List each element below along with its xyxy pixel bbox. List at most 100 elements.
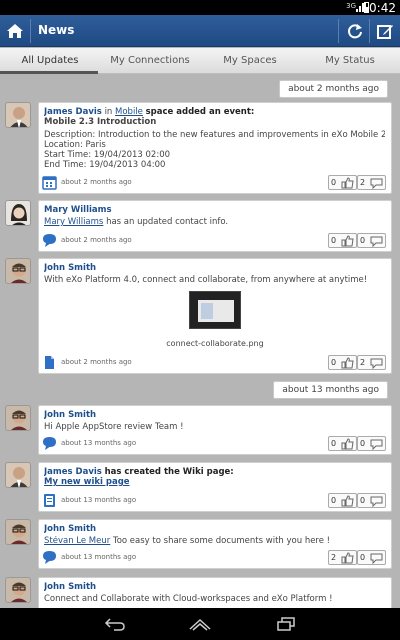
comment-button[interactable]: 0 xyxy=(357,233,386,248)
activity-card[interactable]: John Smith Stévan Le Meur Too easy to sh… xyxy=(38,519,392,569)
activity-time: about 2 months ago xyxy=(61,358,132,366)
activity-stream[interactable]: about 2 months ago James Davis in Mobile… xyxy=(0,76,400,608)
avatar[interactable] xyxy=(5,462,31,488)
space-link[interactable]: Mobile xyxy=(115,107,143,117)
home-nav-button[interactable] xyxy=(180,608,220,640)
activity-text: Connect and Collaborate with Cloud-works… xyxy=(44,594,333,604)
avatar[interactable] xyxy=(5,577,31,603)
activity-card[interactable]: John Smith Hi Apple AppStore review Team… xyxy=(38,405,392,455)
event-start: Start Time: 19/04/2013 02:00 xyxy=(44,150,171,160)
like-button[interactable]: 0 xyxy=(328,175,357,190)
recent-apps-button[interactable] xyxy=(266,608,306,640)
action-bar: News xyxy=(0,15,400,47)
thumbs-up-icon xyxy=(341,438,354,450)
activity-card[interactable]: Mary Williams Mary Williams has an updat… xyxy=(38,200,392,252)
system-navigation-bar xyxy=(0,608,400,640)
author-name[interactable]: John Smith xyxy=(44,524,96,534)
avatar[interactable] xyxy=(5,519,31,545)
comment-count: 0 xyxy=(360,439,366,448)
thumbs-up-icon xyxy=(341,552,354,564)
avatar[interactable] xyxy=(5,405,31,431)
refresh-icon xyxy=(348,24,362,39)
activity-time: about 13 months ago xyxy=(61,553,137,561)
activity-card[interactable]: James Davis in Mobile space added an eve… xyxy=(38,102,392,194)
wiki-page-link[interactable]: My new wiki page xyxy=(44,477,130,487)
home-button[interactable] xyxy=(0,15,30,47)
connector-text: in xyxy=(104,107,113,117)
event-title: Mobile 2.3 Introduction xyxy=(44,117,157,127)
tab-all-updates[interactable]: All Updates xyxy=(0,48,100,74)
author-name[interactable]: Mary Williams xyxy=(44,205,112,215)
comment-count: 0 xyxy=(360,496,366,505)
author-name[interactable]: John Smith xyxy=(44,263,96,273)
like-button[interactable]: 0 xyxy=(328,493,357,508)
tab-bar: All Updates My Connections My Spaces My … xyxy=(0,48,400,74)
comment-button[interactable]: 0 xyxy=(357,550,386,565)
activity-text: With eXo Platform 4.0, connect and colla… xyxy=(44,275,368,285)
author-name[interactable]: James Davis xyxy=(44,107,102,117)
like-button[interactable]: 0 xyxy=(328,233,357,248)
avatar[interactable] xyxy=(5,258,31,284)
page-title: News xyxy=(38,23,75,37)
mentioned-user-link[interactable]: Stévan Le Meur xyxy=(44,536,110,546)
comment-count: 2 xyxy=(360,358,366,367)
comment-icon xyxy=(370,439,383,450)
avatar[interactable] xyxy=(5,200,31,226)
author-name[interactable]: John Smith xyxy=(44,410,96,420)
activity-action: has created the Wiki page: xyxy=(104,467,234,477)
compose-button[interactable] xyxy=(370,15,400,47)
activity-text: Too easy to share some documents with yo… xyxy=(112,536,331,546)
home-nav-icon xyxy=(189,618,211,631)
like-count: 2 xyxy=(331,553,337,562)
event-description: Description: Introduction to the new fea… xyxy=(44,130,385,140)
author-name[interactable]: John Smith xyxy=(44,582,96,592)
thumbs-up-icon xyxy=(341,495,354,507)
comment-button[interactable]: 2 xyxy=(357,175,386,190)
like-button[interactable]: 0 xyxy=(328,436,357,451)
back-button[interactable] xyxy=(95,608,135,640)
like-count: 0 xyxy=(331,496,337,505)
comment-bubble-icon xyxy=(43,437,56,450)
comment-icon xyxy=(370,236,383,247)
author-name[interactable]: James Davis xyxy=(44,467,102,477)
user-link[interactable]: Mary Williams xyxy=(44,217,103,227)
comment-button[interactable]: 2 xyxy=(357,355,386,370)
wiki-page-icon xyxy=(44,494,55,507)
like-button[interactable]: 2 xyxy=(328,550,357,565)
comment-icon xyxy=(370,496,383,507)
activity-card[interactable]: James Davis has created the Wiki page: M… xyxy=(38,462,392,512)
status-bar: 3G 10:42 xyxy=(0,0,400,15)
comment-count: 0 xyxy=(360,553,366,562)
comment-icon xyxy=(370,553,383,564)
thumbs-up-icon xyxy=(341,357,354,369)
tab-my-spaces[interactable]: My Spaces xyxy=(200,48,300,73)
calendar-icon xyxy=(42,176,57,190)
comment-bubble-icon xyxy=(43,551,56,564)
attachment-filename[interactable]: connect-collaborate.png xyxy=(39,339,391,348)
document-icon xyxy=(45,356,54,369)
home-icon xyxy=(7,24,23,38)
activity-text: Hi Apple AppStore review Team ! xyxy=(44,422,184,432)
activity-time: about 2 months ago xyxy=(61,178,132,186)
event-location: Location: Paris xyxy=(44,140,106,150)
activity-time: about 13 months ago xyxy=(61,496,137,504)
thumbs-up-icon xyxy=(341,235,354,247)
like-count: 0 xyxy=(331,439,337,448)
tab-my-status[interactable]: My Status xyxy=(300,48,400,73)
comment-button[interactable]: 0 xyxy=(357,436,386,451)
refresh-button[interactable] xyxy=(340,15,370,47)
comment-button[interactable]: 0 xyxy=(357,493,386,508)
network-type: 3G xyxy=(346,2,356,10)
attachment-thumbnail[interactable] xyxy=(189,291,241,329)
activity-text: has an updated contact info. xyxy=(106,217,229,227)
activity-time: about 13 months ago xyxy=(61,439,137,447)
comment-bubble-icon xyxy=(43,234,56,247)
date-group-header: about 13 months ago xyxy=(273,381,388,399)
activity-card[interactable]: John Smith Connect and Collaborate with … xyxy=(38,577,392,608)
back-icon xyxy=(104,618,125,631)
activity-card[interactable]: John Smith With eXo Platform 4.0, connec… xyxy=(38,258,392,374)
like-button[interactable]: 0 xyxy=(328,355,357,370)
avatar[interactable] xyxy=(5,102,31,128)
tab-my-connections[interactable]: My Connections xyxy=(100,48,200,73)
clock: 10:42 xyxy=(361,1,396,15)
